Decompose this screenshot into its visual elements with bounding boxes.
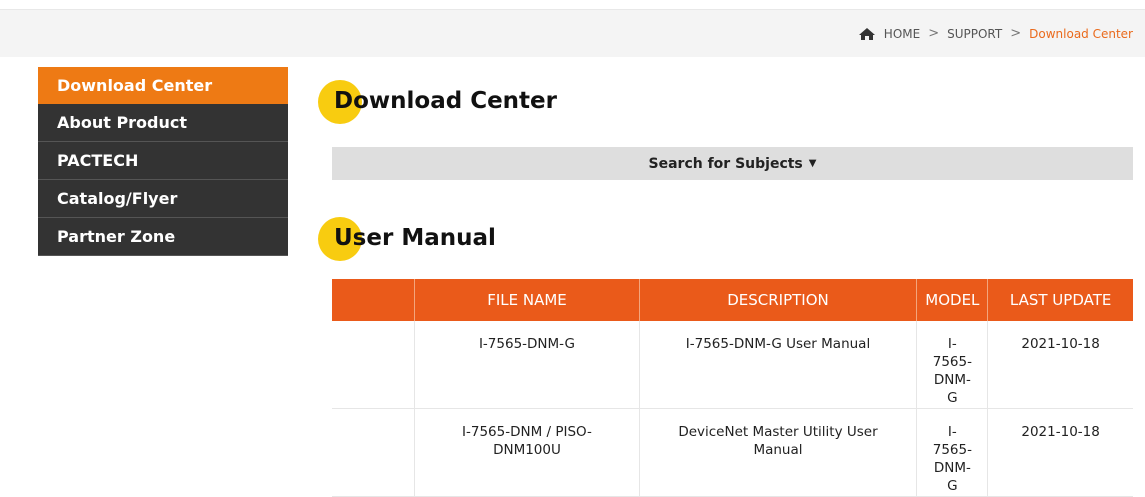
caret-down-icon: ▼ xyxy=(808,158,817,169)
table-header-row: FILE NAME DESCRIPTION MODEL LAST UPDATE xyxy=(332,279,1133,321)
sidebar-item-catalog-flyer[interactable]: Catalog/Flyer xyxy=(38,180,288,218)
row-blank-cell xyxy=(332,321,415,409)
breadcrumb-support[interactable]: SUPPORT xyxy=(947,27,1002,41)
table-row: I-7565-DNM / PISO-DNM100U DeviceNet Mast… xyxy=(332,408,1133,497)
sidebar-item-pactech[interactable]: PACTECH xyxy=(38,142,288,180)
last-update-cell: 2021-10-18 xyxy=(987,408,1133,497)
breadcrumb-current: Download Center xyxy=(1029,26,1133,41)
sidebar-item-partner-zone[interactable]: Partner Zone xyxy=(38,218,288,256)
model-cell: I-7565-DNM-G xyxy=(916,321,988,409)
breadcrumb-bar: HOME > SUPPORT > Download Center xyxy=(0,9,1145,57)
model-cell: I-7565-DNM-G xyxy=(916,408,988,497)
breadcrumb-separator: > xyxy=(1010,26,1022,41)
table-row: I-7565-DNM-G I-7565-DNM-G User Manual I-… xyxy=(332,321,1133,409)
column-header-model: MODEL xyxy=(916,279,988,321)
column-header-last-update: LAST UPDATE xyxy=(987,279,1133,321)
section-title-text: User Manual xyxy=(334,225,496,251)
file-name-link[interactable]: I-7565-DNM-G xyxy=(414,321,639,409)
page-title-text: Download Center xyxy=(334,88,557,114)
search-subjects-label: Search for Subjects xyxy=(648,155,803,172)
search-subjects-toggle[interactable]: Search for Subjects ▼ xyxy=(332,147,1133,180)
breadcrumb-home[interactable]: HOME xyxy=(884,27,920,41)
description-cell: DeviceNet Master Utility User Manual xyxy=(638,408,917,497)
column-header-blank xyxy=(332,279,415,321)
last-update-cell: 2021-10-18 xyxy=(987,321,1133,409)
row-blank-cell xyxy=(332,408,415,497)
sidebar-item-download-center[interactable]: Download Center xyxy=(38,67,288,104)
home-icon[interactable] xyxy=(858,27,876,41)
description-cell: I-7565-DNM-G User Manual xyxy=(638,321,917,409)
column-header-file-name: FILE NAME xyxy=(414,279,639,321)
user-manual-table: FILE NAME DESCRIPTION MODEL LAST UPDATE … xyxy=(332,279,1133,497)
breadcrumb: HOME > SUPPORT > Download Center xyxy=(858,10,1133,57)
sidebar-item-about-product[interactable]: About Product xyxy=(38,104,288,142)
sidebar: Download Center About Product PACTECH Ca… xyxy=(38,67,288,256)
breadcrumb-separator: > xyxy=(928,26,940,41)
file-name-link[interactable]: I-7565-DNM / PISO-DNM100U xyxy=(414,408,639,497)
column-header-description: DESCRIPTION xyxy=(638,279,917,321)
